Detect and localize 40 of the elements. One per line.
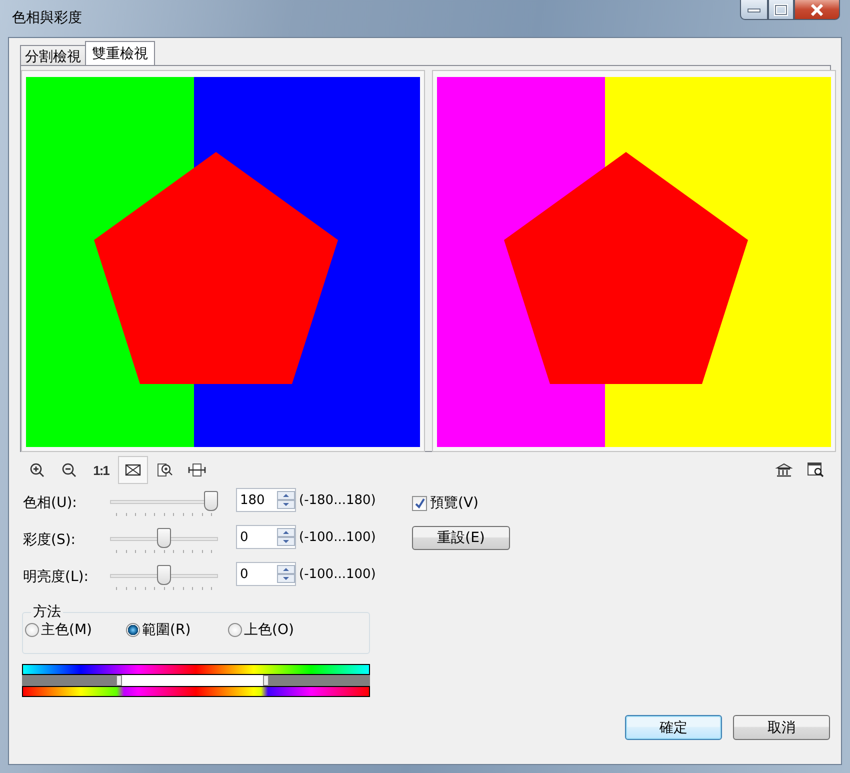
adjustment-slider[interactable] [110,525,218,555]
reset-button[interactable]: 重設(E) [412,526,510,550]
maximize-icon [774,4,788,16]
building-icon [775,462,793,478]
envelope-icon [125,463,141,477]
adjustment-label: 明亮度(L): [23,568,90,586]
range-label: (-100...100) [299,567,376,582]
range-label: (-180...180) [299,493,376,508]
adjustment-label: 彩度(S): [23,531,77,549]
window-search-icon [807,462,825,478]
spin-arrows-icon [277,565,295,583]
fit-button[interactable] [118,456,148,484]
zoom-in-icon [29,462,45,478]
spin-arrows-icon [277,491,295,509]
adjustment-label: 色相(U): [23,494,78,512]
close-icon [809,4,825,16]
cancel-button[interactable]: 取消 [733,715,830,740]
spin-arrows-icon [277,528,295,546]
minimize-icon [747,6,761,12]
close-button[interactable] [794,0,840,20]
maximize-button[interactable] [768,0,794,20]
checkmark-icon [414,498,425,508]
view-tab[interactable]: 雙重檢視 [85,41,155,65]
range-slider[interactable] [22,675,370,686]
page-zoom-icon [156,462,174,478]
ok-button[interactable]: 確定 [625,715,722,740]
value-spinner[interactable]: 180 [236,488,296,512]
fit-width-icon [188,462,206,478]
range-label: (-100...100) [299,530,376,545]
minimize-button[interactable] [740,0,768,20]
value-spinner[interactable]: 0 [236,525,296,549]
preview-checkbox[interactable]: 預覽(V) [412,494,479,512]
view-tab[interactable]: 分割檢視 [20,45,86,65]
adjustment-slider[interactable] [110,562,218,592]
group-title: 方法 [32,603,62,621]
actual-size-button[interactable]: 1:1 [86,456,116,484]
window-title: 色相與彩度 [12,9,82,27]
adjustment-slider[interactable] [110,488,218,518]
value-spinner[interactable]: 0 [236,562,296,586]
zoom-out-icon [61,462,77,478]
